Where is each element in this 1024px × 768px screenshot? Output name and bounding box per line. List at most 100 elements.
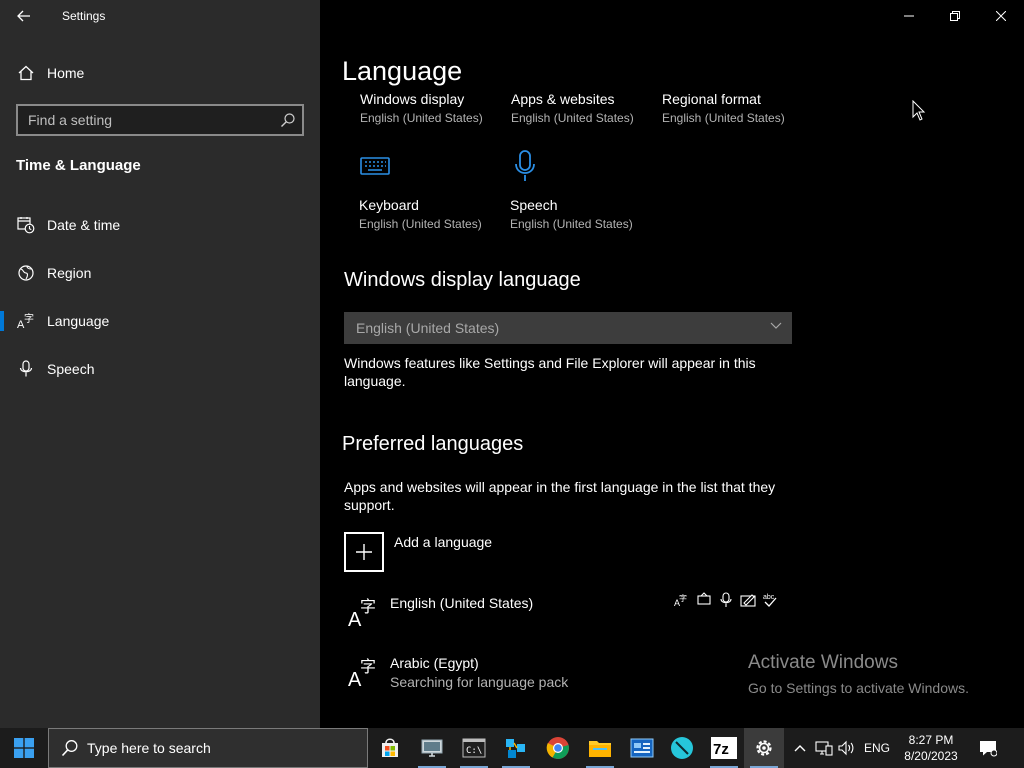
tile-apps-websites[interactable]: Apps & websites English (United States)	[511, 91, 651, 125]
network-tray-button[interactable]	[813, 728, 835, 768]
sidebar-item-speech[interactable]: Speech	[0, 349, 320, 389]
tile-name: Speech	[510, 197, 558, 213]
show-hidden-icons-button[interactable]	[790, 728, 810, 768]
preferred-languages-description: Apps and websites will appear in the fir…	[344, 479, 776, 513]
sidebar-item-date-time[interactable]: Date & time	[0, 205, 320, 245]
tile-speech[interactable]: Speech English (United States)	[510, 150, 650, 231]
tile-subtitle: English (United States)	[360, 111, 483, 125]
search-icon	[61, 740, 78, 757]
search-input[interactable]	[18, 106, 278, 134]
taskbar-app-store[interactable]	[370, 728, 410, 768]
command-prompt-icon: C:\	[462, 738, 486, 758]
notification-icon	[980, 741, 997, 757]
taskbar-search-placeholder: Type here to search	[87, 740, 211, 756]
sidebar-item-label: Language	[47, 313, 110, 329]
minimize-icon	[904, 15, 914, 17]
preferred-languages-heading: Preferred languages	[342, 433, 524, 455]
taskbar-app-7zip[interactable]: 7z	[704, 728, 744, 768]
settings-gear-icon	[756, 740, 772, 756]
close-button[interactable]	[978, 0, 1024, 32]
language-name: English (United States)	[390, 595, 534, 611]
activation-message: Go to Settings to activate Windows.	[748, 680, 969, 696]
text-to-speech-feature-icon	[697, 592, 711, 605]
svg-text:字: 字	[360, 597, 376, 616]
display-language-heading: Windows display language	[344, 269, 581, 291]
taskbar-search-box[interactable]: Type here to search	[48, 728, 368, 768]
display-language-feature-icon: A字	[674, 593, 687, 608]
svg-text:字: 字	[24, 312, 34, 325]
search-box	[16, 104, 304, 136]
add-language-button[interactable]: Add a language	[344, 532, 644, 572]
tile-subtitle: English (United States)	[511, 111, 634, 125]
tile-regional-format[interactable]: Regional format English (United States)	[662, 91, 802, 125]
language-status: Searching for language pack	[390, 674, 569, 690]
tile-name: Keyboard	[359, 197, 419, 213]
control-panel-icon	[630, 738, 654, 758]
sidebar-item-label: Date & time	[47, 217, 121, 233]
taskbar-app-network[interactable]	[496, 728, 536, 768]
sidebar-item-region[interactable]: Region	[0, 253, 320, 293]
taskbar-app-remote-desktop[interactable]	[412, 728, 452, 768]
windows-logo-icon	[14, 738, 34, 758]
input-language-button[interactable]: ENG	[860, 728, 894, 768]
store-icon	[382, 738, 398, 757]
activation-title: Activate Windows	[748, 652, 898, 673]
chevron-down-icon	[770, 322, 782, 329]
microphone-icon	[17, 360, 35, 378]
volume-tray-button[interactable]	[836, 728, 858, 768]
globe-icon	[17, 264, 35, 282]
tile-subtitle: English (United States)	[510, 217, 633, 231]
dropdown-value: English (United States)	[356, 320, 500, 336]
svg-text:C:\: C:\	[466, 746, 482, 756]
taskbar: Type here to search C:\ 7z ENG 8:27 PM 8…	[0, 728, 1024, 768]
7zip-icon: 7z	[711, 737, 737, 759]
clock-date: 8/20/2023	[904, 749, 958, 763]
language-glyph-icon: A 字	[348, 657, 376, 688]
home-icon	[17, 64, 35, 82]
selection-indicator	[0, 311, 4, 331]
page-title: Language	[342, 56, 463, 86]
taskbar-app-settings[interactable]	[744, 728, 784, 768]
sidebar: Settings Home Time & Language Date & tim…	[0, 0, 320, 728]
start-button[interactable]	[0, 728, 48, 768]
tile-windows-display[interactable]: Windows display English (United States)	[360, 91, 500, 125]
taskbar-app-teal[interactable]	[662, 728, 702, 768]
sidebar-item-home[interactable]: Home	[0, 53, 320, 93]
calendar-clock-icon	[17, 216, 35, 234]
teal-app-icon	[671, 737, 693, 759]
search-icon[interactable]	[280, 112, 296, 128]
clock-time: 8:27 PM	[908, 733, 954, 747]
back-button[interactable]	[0, 0, 48, 32]
chrome-icon	[546, 737, 569, 759]
chevron-up-icon	[794, 745, 806, 752]
system-clock[interactable]: 8:27 PM 8/20/2023	[895, 732, 967, 764]
maximize-button[interactable]	[932, 0, 978, 32]
main-content: Language Windows display English (United…	[320, 0, 1024, 728]
language-item-english[interactable]: A 字 English (United States) A字 abc	[344, 592, 792, 642]
language-glyph-icon: A 字	[348, 597, 376, 628]
notifications-button[interactable]	[974, 728, 1002, 768]
keyboard-icon	[360, 157, 390, 175]
tile-name: Apps & websites	[511, 91, 615, 107]
restore-icon	[950, 11, 960, 21]
sidebar-item-label: Region	[47, 265, 92, 281]
back-arrow-icon	[17, 10, 30, 22]
svg-text:字: 字	[360, 657, 376, 676]
language-icon: A字	[17, 312, 35, 330]
taskbar-app-chrome[interactable]	[538, 728, 578, 768]
sidebar-item-language[interactable]: A字 Language	[0, 301, 320, 341]
microphone-icon	[515, 150, 535, 181]
language-item-arabic[interactable]: A 字 Arabic (Egypt) Searching for languag…	[344, 652, 792, 702]
language-name: Arabic (Egypt)	[390, 655, 479, 671]
display-language-dropdown[interactable]: English (United States)	[344, 312, 792, 344]
display-language-description: Windows features like Settings and File …	[344, 355, 756, 389]
taskbar-app-control-panel[interactable]	[622, 728, 662, 768]
svg-text:7z: 7z	[713, 741, 729, 758]
svg-text:字: 字	[679, 593, 687, 603]
mouse-cursor-icon	[912, 100, 926, 121]
sidebar-item-label: Home	[47, 65, 85, 81]
taskbar-app-command-prompt[interactable]: C:\	[454, 728, 494, 768]
minimize-button[interactable]	[886, 0, 932, 32]
tile-keyboard[interactable]: Keyboard English (United States)	[359, 150, 499, 231]
taskbar-app-file-explorer[interactable]	[580, 728, 620, 768]
